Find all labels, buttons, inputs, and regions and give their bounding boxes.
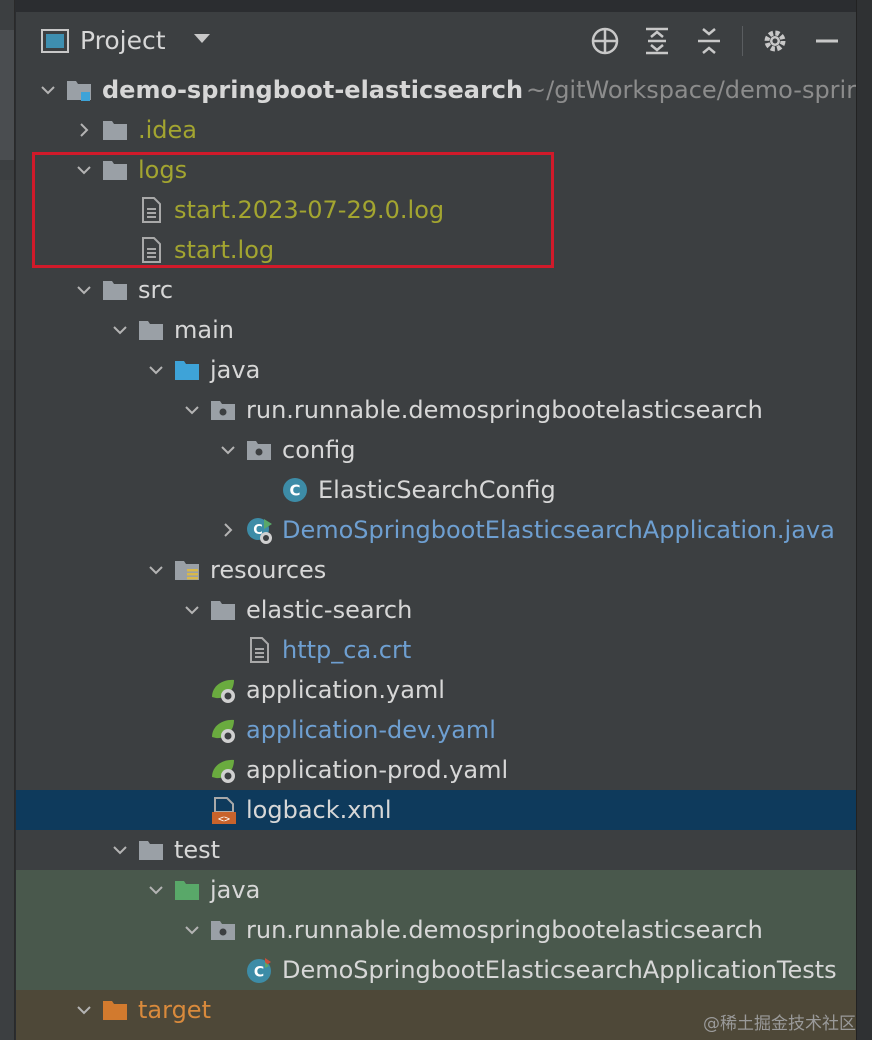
xml-file-icon: <> <box>210 797 236 825</box>
folder-icon <box>102 997 128 1023</box>
tree-row-idea[interactable]: .idea <box>16 110 856 150</box>
tree-item-label: application-prod.yaml <box>246 756 509 784</box>
folder-icon <box>210 597 236 623</box>
folder-icon <box>138 317 164 343</box>
chevron-down-icon[interactable] <box>148 882 164 898</box>
tree-item-label: target <box>138 996 211 1024</box>
tree-item-label: main <box>174 316 234 344</box>
chevron-down-icon[interactable] <box>40 82 56 98</box>
tree-item-label: DemoSpringbootElasticsearchApplicationTe… <box>282 956 837 984</box>
gear-icon[interactable] <box>760 26 790 56</box>
svg-text:C: C <box>254 965 264 981</box>
tree-row-elastic-search[interactable]: elastic-search <box>16 590 856 630</box>
tree-row-package[interactable]: run.runnable.demospringbootelasticsearch <box>16 390 856 430</box>
tree-item-label: .idea <box>138 116 198 144</box>
chevron-right-icon[interactable] <box>76 122 92 138</box>
chevron-down-icon[interactable] <box>184 602 200 618</box>
project-title[interactable]: Project <box>80 24 166 58</box>
spring-boot-class-icon: C <box>246 517 272 544</box>
chevron-down-icon[interactable] <box>112 322 128 338</box>
expand-all-icon[interactable] <box>642 26 672 56</box>
tree-item-label: resources <box>210 556 327 584</box>
minimize-icon[interactable] <box>812 26 842 56</box>
tool-window-header: Project <box>16 12 856 70</box>
chevron-down-icon[interactable] <box>184 402 200 418</box>
header-separator <box>742 26 743 56</box>
tree-row-config[interactable]: config <box>16 430 856 470</box>
tree-item-label: application.yaml <box>246 676 445 704</box>
tree-row-test-class[interactable]: C DemoSpringbootElasticsearchApplicationT… <box>16 950 856 990</box>
chevron-down-icon[interactable] <box>194 34 210 43</box>
logs-highlight-box <box>32 152 554 268</box>
resources-folder-icon <box>174 557 200 583</box>
module-folder-icon <box>66 77 92 103</box>
java-test-class-icon: C <box>246 957 272 983</box>
folder-icon <box>102 277 128 303</box>
tree-row-test-java[interactable]: java <box>16 870 856 910</box>
package-folder-icon <box>246 437 272 463</box>
chevron-down-icon[interactable] <box>148 562 164 578</box>
project-tool-tab[interactable] <box>0 30 14 160</box>
left-tool-strip[interactable] <box>0 0 15 1040</box>
tree-row-app-dev[interactable]: application-dev.yaml <box>16 710 856 750</box>
chevron-right-icon[interactable] <box>220 522 236 538</box>
chevron-down-icon[interactable] <box>184 922 200 938</box>
package-folder-icon <box>210 397 236 423</box>
tree-item-label: config <box>282 436 356 464</box>
tree-item-label: DemoSpringbootElasticsearchApplication.j… <box>282 516 835 544</box>
structure-tool-tab[interactable] <box>0 180 14 350</box>
tree-item-label: ElasticSearchConfig <box>318 476 556 504</box>
tree-item-label: application-dev.yaml <box>246 716 496 744</box>
tree-row-resources[interactable]: resources <box>16 550 856 590</box>
tree-row-logback[interactable]: <> logback.xml <box>16 790 856 830</box>
collapse-all-icon[interactable] <box>694 26 724 56</box>
folder-icon <box>138 837 164 863</box>
tree-item-label: java <box>210 356 261 384</box>
tree-row-app-prod[interactable]: application-prod.yaml <box>16 750 856 790</box>
tree-item-label: demo-springboot-elasticsearch <box>102 76 524 104</box>
spring-yaml-icon <box>210 757 236 783</box>
tree-item-label: logback.xml <box>246 796 392 824</box>
svg-text:<>: <> <box>218 814 230 825</box>
tree-row-main[interactable]: main <box>16 310 856 350</box>
tree-row-http-ca[interactable]: http_ca.crt <box>16 630 856 670</box>
tree-row-test[interactable]: test <box>16 830 856 870</box>
tree-item-label: run.runnable.demospringbootelasticsearch <box>246 916 763 944</box>
project-view-icon[interactable] <box>40 26 70 56</box>
tree-item-label: run.runnable.demospringbootelasticsearch <box>246 396 763 424</box>
tree-row-es-config[interactable]: C ElasticSearchConfig <box>16 470 856 510</box>
right-editor-gutter <box>856 0 872 1040</box>
project-tool-window: Project demo-springboot-elasticsearch ~/g… <box>16 12 856 1040</box>
chevron-down-icon[interactable] <box>220 442 236 458</box>
chevron-down-icon[interactable] <box>148 362 164 378</box>
package-folder-icon <box>210 917 236 943</box>
tree-row-app-yaml[interactable]: application.yaml <box>16 670 856 710</box>
watermark: @稀土掘金技术社区 <box>703 1014 856 1034</box>
locate-icon[interactable] <box>590 26 620 56</box>
tree-item-label: elastic-search <box>246 596 413 624</box>
tree-row-src[interactable]: src <box>16 270 856 310</box>
folder-icon <box>174 357 200 383</box>
chevron-down-icon[interactable] <box>112 842 128 858</box>
tree-item-label: test <box>174 836 221 864</box>
svg-text:C: C <box>289 482 300 500</box>
spring-yaml-icon <box>210 677 236 703</box>
tree-row-java[interactable]: java <box>16 350 856 390</box>
tree-item-label: src <box>138 276 174 304</box>
chevron-down-icon[interactable] <box>76 282 92 298</box>
folder-icon <box>174 877 200 903</box>
java-class-icon: C <box>282 477 308 503</box>
tree-row-app-class[interactable]: C DemoSpringbootElasticsearchApplication.… <box>16 510 856 550</box>
tree-row-test-package[interactable]: run.runnable.demospringbootelasticsearch <box>16 910 856 950</box>
spring-yaml-icon <box>210 717 236 743</box>
chevron-down-icon[interactable] <box>76 1002 92 1018</box>
tree-item-label: java <box>210 876 261 904</box>
text-file-icon <box>246 637 272 663</box>
tree-row-root[interactable]: demo-springboot-elasticsearch ~/gitWorksp… <box>16 70 856 110</box>
project-path: ~/gitWorkspace/demo-sprir <box>526 76 856 104</box>
folder-icon <box>102 117 128 143</box>
tree-item-label: http_ca.crt <box>282 636 412 664</box>
